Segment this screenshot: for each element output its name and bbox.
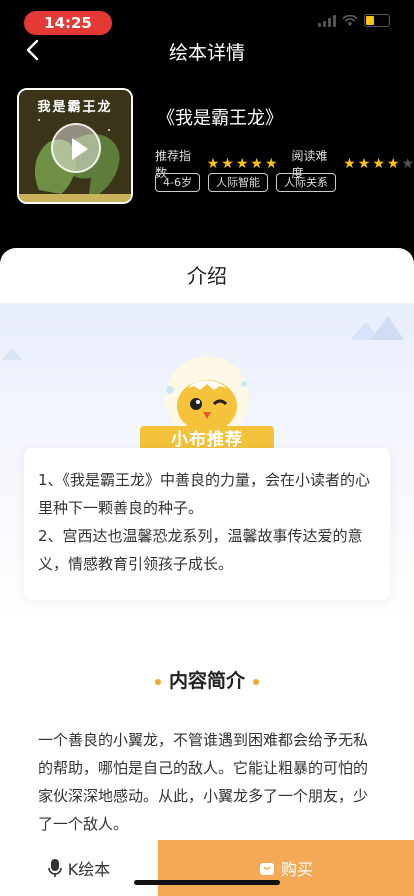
star-icon: ★ — [221, 156, 234, 172]
star-icon: ★ — [206, 156, 220, 172]
star-icon: ★ — [264, 156, 278, 172]
star-icon: ★ — [343, 156, 356, 172]
tag-topic[interactable]: 人际关系 — [275, 173, 336, 192]
star-icon: ★ — [372, 156, 385, 172]
difficulty-stars: ★ ★ ★ ★ ★ — [343, 157, 414, 171]
recommend-line: 1、《我是霸王龙》中善良的力量，会在小读者的心里种下一颗善良的种子。 — [38, 471, 371, 517]
bottom-bar: K绘本 购买 — [0, 840, 414, 896]
summary-text: 一个善良的小翼龙，不管谁遇到困难都会给予无私的帮助，哪怕是自己的敌人。它能让粗暴… — [38, 731, 369, 833]
summary-title-row: 内容简介 — [0, 666, 414, 693]
microphone-icon — [47, 859, 62, 877]
book-title: 《我是霸王龙》 — [157, 108, 283, 129]
star-icon: ★ — [357, 156, 371, 172]
star-icon: ★ — [386, 156, 400, 172]
tag-age[interactable]: 4-6岁 — [155, 173, 200, 192]
star-empty-icon: ★ — [401, 156, 414, 172]
k-picturebook-label: K绘本 — [67, 860, 111, 879]
dot-icon — [253, 678, 259, 685]
home-indicator — [134, 880, 280, 885]
content-sheet: 介绍 小布推荐 1、《我是霸王龙》中善良的力量，会在小读者的心里种下一颗善良的种… — [0, 248, 414, 896]
shopping-bag-icon — [259, 863, 274, 875]
recommend-stars: ★ ★ ★ ★ ★ — [207, 157, 278, 171]
buy-label: 购买 — [280, 860, 313, 879]
summary-title: 内容简介 — [168, 670, 245, 692]
book-cover[interactable]: 我是霸王龙 — [17, 88, 133, 204]
page-title: 绘本详情 — [168, 42, 245, 64]
tag-skill[interactable]: 人际智能 — [207, 173, 268, 192]
buy-button[interactable]: 购买 — [158, 840, 414, 896]
nav-bar: 绘本详情 — [0, 28, 414, 72]
recommend-line: 2、宫西达也温馨恐龙系列，温馨故事传达爱的意义，情感教育引领孩子成长。 — [38, 527, 363, 573]
star-icon: ★ — [250, 156, 263, 172]
tag-list: 4-6岁 人际智能 人际关系 — [155, 173, 336, 192]
wifi-icon — [342, 14, 358, 26]
intro-header: 介绍 — [0, 248, 414, 304]
dot-icon — [154, 678, 161, 685]
k-picturebook-button[interactable]: K绘本 — [0, 840, 158, 896]
signal-icon — [318, 14, 336, 27]
status-icons — [318, 14, 390, 27]
play-icon[interactable] — [51, 123, 101, 173]
recommend-card: 1、《我是霸王龙》中善良的力量，会在小读者的心里种下一颗善良的种子。 2、宫西达… — [24, 448, 390, 600]
cover-title: 我是霸王龙 — [37, 100, 113, 115]
battery-icon — [364, 14, 390, 27]
star-icon: ★ — [235, 156, 249, 172]
